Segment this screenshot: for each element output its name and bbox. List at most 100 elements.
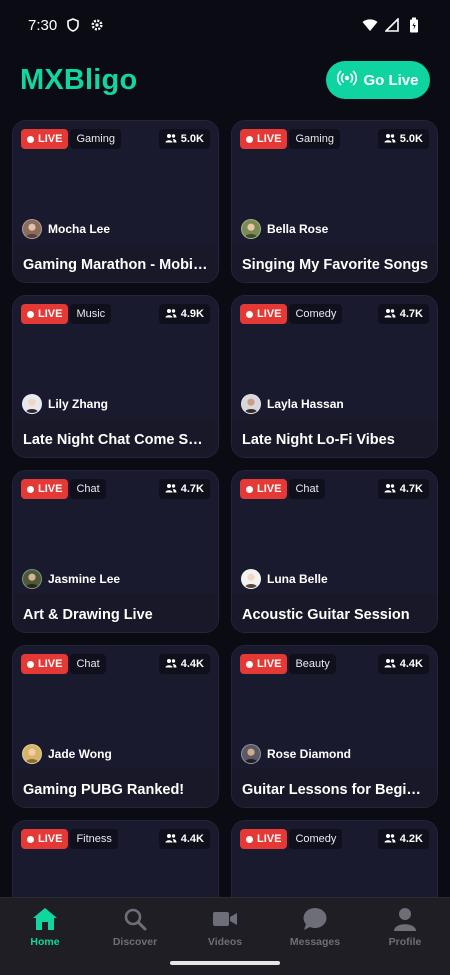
viewers-icon: [384, 133, 396, 146]
stream-title: Late Night Lo-Fi Vibes: [242, 432, 395, 448]
live-dot-icon: [246, 835, 253, 843]
streamer-info[interactable]: Jasmine Lee: [22, 569, 120, 589]
viewers-icon: [384, 483, 396, 496]
viewer-count: 4.7K: [399, 308, 423, 320]
status-time: 7:30: [28, 16, 58, 34]
viewers-icon: [165, 833, 177, 846]
badges: LIVE Comedy: [240, 829, 343, 849]
viewer-count-badge: 4.4K: [377, 654, 429, 674]
signal-icon: [384, 17, 400, 33]
category-badge: Gaming: [70, 129, 121, 149]
stream-title: Gaming Marathon - Mobile ...: [23, 257, 210, 273]
live-badge: LIVE: [21, 479, 69, 499]
nav-home-label: Home: [30, 936, 60, 948]
viewer-count-badge: 5.0K: [158, 129, 210, 149]
stream-card[interactable]: LIVE Chat 4.7K Jasmine Lee Art & Drawing…: [12, 470, 219, 633]
shield-icon: [65, 17, 81, 33]
live-badge: LIVE: [240, 654, 288, 674]
user-icon: [392, 906, 418, 932]
viewers-icon: [384, 658, 396, 671]
streamer-name: Rose Diamond: [267, 747, 352, 761]
badges: LIVE Comedy: [240, 304, 343, 324]
category-badge: Comedy: [289, 304, 343, 324]
viewer-count: 4.7K: [399, 483, 423, 495]
badges: LIVE Chat: [21, 479, 106, 499]
live-badge: LIVE: [21, 829, 69, 849]
streamer-info[interactable]: Mocha Lee: [22, 219, 110, 239]
badges: LIVE Beauty: [240, 654, 336, 674]
streamer-info[interactable]: Rose Diamond: [241, 744, 351, 764]
stream-card[interactable]: LIVE Chat 4.7K Luna Belle Acoustic Guita…: [231, 470, 438, 633]
viewer-count-badge: 4.7K: [377, 479, 429, 499]
viewer-count-badge: 4.4K: [158, 654, 210, 674]
live-badge: LIVE: [21, 129, 69, 149]
stream-card[interactable]: LIVE Gaming 5.0K Bella Rose Singing My F…: [231, 120, 438, 283]
broadcast-icon: [337, 70, 358, 90]
nav-messages[interactable]: Messages: [270, 906, 360, 975]
viewers-icon: [384, 833, 396, 846]
viewer-count-badge: 5.0K: [377, 129, 429, 149]
viewers-icon: [165, 308, 177, 321]
stream-card[interactable]: LIVE Gaming 5.0K Mocha Lee Gaming Marath…: [12, 120, 219, 283]
streamer-info[interactable]: Jade Wong: [22, 744, 112, 764]
go-live-button[interactable]: Go Live: [326, 61, 430, 99]
stream-card[interactable]: LIVE Beauty 4.4K Rose Diamond Guitar Les…: [231, 645, 438, 808]
status-left: 7:30: [28, 17, 105, 34]
badges: LIVE Chat: [21, 654, 106, 674]
stream-card[interactable]: LIVE Chat 4.4K Jade Wong Gaming PUBG Ran…: [12, 645, 219, 808]
live-dot-icon: [246, 485, 253, 493]
streamer-name: Luna Belle: [267, 572, 328, 586]
wifi-icon: [362, 17, 378, 33]
live-badge: LIVE: [240, 479, 288, 499]
viewer-count: 5.0K: [399, 133, 423, 145]
stream-card[interactable]: LIVE Comedy 4.7K Layla Hassan Late Night…: [231, 295, 438, 458]
streamer-info[interactable]: Bella Rose: [241, 219, 328, 239]
avatar: [22, 394, 42, 414]
viewer-count-badge: 4.7K: [377, 304, 429, 324]
viewer-count: 4.4K: [180, 658, 204, 670]
avatar: [22, 219, 42, 239]
streamer-info[interactable]: Luna Belle: [241, 569, 328, 589]
chat-bubble-icon: [302, 906, 328, 932]
stream-card[interactable]: LIVE Music 4.9K Lily Zhang Late Night Ch…: [12, 295, 219, 458]
category-badge: Chat: [70, 479, 106, 499]
live-label: LIVE: [257, 308, 282, 320]
live-badge: LIVE: [21, 654, 69, 674]
viewer-count: 4.9K: [180, 308, 204, 320]
viewer-count: 4.2K: [399, 833, 423, 845]
home-icon: [32, 906, 58, 932]
live-dot-icon: [27, 135, 34, 143]
home-indicator[interactable]: [170, 961, 280, 965]
avatar: [241, 219, 261, 239]
live-label: LIVE: [257, 658, 282, 670]
live-badge: LIVE: [240, 829, 288, 849]
live-badge: LIVE: [240, 304, 288, 324]
nav-discover[interactable]: Discover: [90, 906, 180, 975]
status-bar: 7:30: [0, 0, 450, 50]
nav-home[interactable]: Home: [0, 906, 90, 975]
live-dot-icon: [27, 835, 34, 843]
status-right: [362, 17, 422, 33]
badges: LIVE Music: [21, 304, 112, 324]
app-header: MXBligo Go Live: [0, 50, 450, 110]
stream-title: Singing My Favorite Songs: [242, 257, 429, 273]
streamer-info[interactable]: Lily Zhang: [22, 394, 108, 414]
streamer-info[interactable]: Layla Hassan: [241, 394, 344, 414]
stream-title: Late Night Chat Come Say ...: [23, 432, 210, 448]
category-badge: Beauty: [289, 654, 336, 674]
viewer-count-badge: 4.2K: [377, 829, 429, 849]
live-label: LIVE: [38, 483, 63, 495]
live-dot-icon: [27, 310, 34, 318]
live-label: LIVE: [38, 133, 63, 145]
category-badge: Comedy: [289, 829, 343, 849]
category-badge: Music: [70, 304, 112, 324]
live-label: LIVE: [38, 308, 63, 320]
live-label: LIVE: [257, 483, 282, 495]
live-dot-icon: [27, 485, 34, 493]
video-camera-icon: [212, 906, 238, 932]
nav-profile[interactable]: Profile: [360, 906, 450, 975]
nav-videos-label: Videos: [207, 936, 243, 948]
live-badge: LIVE: [21, 304, 69, 324]
live-dot-icon: [246, 660, 253, 668]
stream-title: Acoustic Guitar Session: [242, 607, 410, 623]
